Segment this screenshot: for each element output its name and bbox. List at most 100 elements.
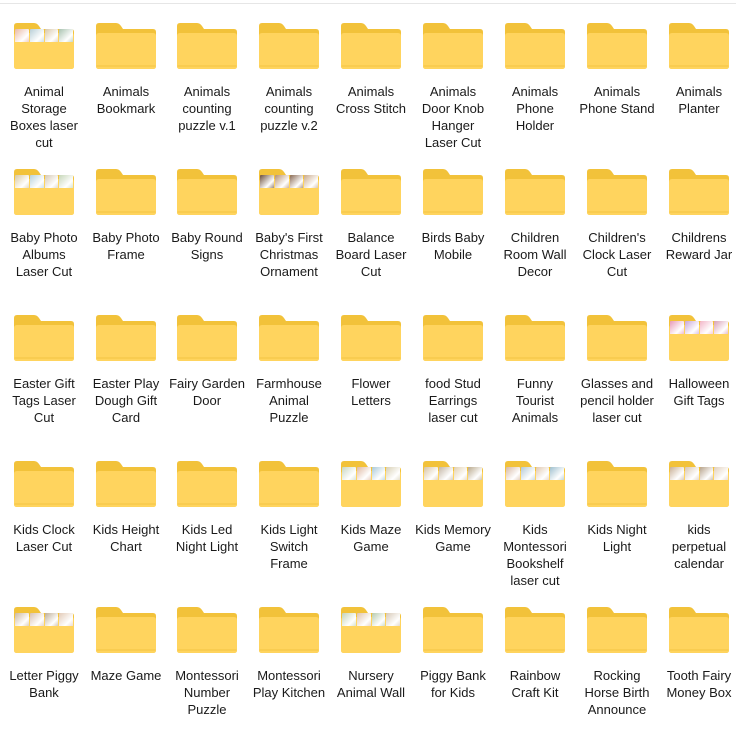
folder-item[interactable]: Kids Maze Game bbox=[333, 438, 409, 555]
folder-item[interactable]: Animals Phone Holder bbox=[497, 0, 573, 134]
folder-icon bbox=[257, 458, 321, 510]
folder-icon bbox=[175, 312, 239, 364]
folder-icon bbox=[175, 604, 239, 656]
folder-item[interactable]: food Stud Earrings laser cut bbox=[415, 292, 491, 426]
folder-shape bbox=[14, 315, 74, 361]
folder-item[interactable]: Flower Letters bbox=[333, 292, 409, 409]
folder-label: Animal Storage Boxes laser cut bbox=[10, 84, 78, 150]
folder-item[interactable]: Tooth Fairy Money Box bbox=[661, 584, 736, 701]
folder-item[interactable]: Nursery Animal Wall bbox=[333, 584, 409, 701]
folder-item[interactable]: Fairy Garden Door bbox=[169, 292, 245, 409]
folder-item[interactable]: Birds Baby Mobile bbox=[415, 146, 491, 263]
folder-icon bbox=[94, 20, 158, 72]
folder-item[interactable]: Kids Night Light bbox=[579, 438, 655, 555]
folder-item[interactable]: Kids Memory Game bbox=[415, 438, 491, 555]
folder-item[interactable]: Baby Photo Albums Laser Cut bbox=[6, 146, 82, 280]
folder-item[interactable]: Animals counting puzzle v.2 bbox=[251, 0, 327, 134]
folder-label: Baby Round Signs bbox=[171, 230, 243, 262]
folder-icon bbox=[175, 166, 239, 218]
folder-icon bbox=[257, 604, 321, 656]
folder-label: kids perpetual calendar bbox=[671, 522, 727, 571]
folder-icon bbox=[94, 604, 158, 656]
folder-icon bbox=[12, 166, 76, 218]
folder-label: Kids Montessori Bookshelf laser cut bbox=[503, 522, 567, 588]
folder-item[interactable]: Halloween Gift Tags bbox=[661, 292, 736, 409]
folder-shape bbox=[177, 607, 237, 653]
folder-icon bbox=[257, 20, 321, 72]
folder-item[interactable]: Animals counting puzzle v.1 bbox=[169, 0, 245, 134]
folder-shape bbox=[259, 607, 319, 653]
folder-shape bbox=[177, 23, 237, 69]
folder-item[interactable]: Animals Phone Stand bbox=[579, 0, 655, 117]
folder-item[interactable]: Kids Montessori Bookshelf laser cut bbox=[497, 438, 573, 589]
folder-shape bbox=[177, 169, 237, 215]
folder-item[interactable]: Maze Game bbox=[88, 584, 164, 684]
folder-shape bbox=[259, 461, 319, 507]
folder-item[interactable]: Kids Led Night Light bbox=[169, 438, 245, 555]
folder-icon bbox=[339, 458, 403, 510]
folder-icon bbox=[503, 458, 567, 510]
folder-label: Animals counting puzzle v.2 bbox=[260, 84, 318, 133]
folder-label: Kids Led Night Light bbox=[175, 522, 239, 554]
folder-item[interactable]: Baby's First Christmas Ornament bbox=[251, 146, 327, 280]
folder-label: Kids Maze Game bbox=[340, 522, 402, 554]
folder-shape bbox=[423, 23, 483, 69]
folder-label: Fairy Garden Door bbox=[169, 376, 245, 408]
folder-item[interactable]: Piggy Bank for Kids bbox=[415, 584, 491, 701]
folder-label: Rainbow Craft Kit bbox=[509, 668, 561, 700]
folder-item[interactable]: Funny Tourist Animals bbox=[497, 292, 573, 426]
folder-item[interactable]: Glasses and pencil holder laser cut bbox=[579, 292, 655, 426]
folder-item[interactable]: Children Room Wall Decor bbox=[497, 146, 573, 280]
folder-shape bbox=[96, 607, 156, 653]
folder-item[interactable]: Children's Clock Laser Cut bbox=[579, 146, 655, 280]
folder-item[interactable]: Kids Height Chart bbox=[88, 438, 164, 555]
folder-front-panel bbox=[259, 188, 319, 215]
folder-item[interactable]: Easter Gift Tags Laser Cut bbox=[6, 292, 82, 426]
folder-label: Montessori Number Puzzle bbox=[175, 668, 239, 717]
folder-front-panel bbox=[14, 188, 74, 215]
folder-item[interactable]: Farmhouse Animal Puzzle bbox=[251, 292, 327, 426]
folder-icon bbox=[421, 458, 485, 510]
folder-item[interactable]: Balance Board Laser Cut bbox=[333, 146, 409, 280]
folder-item[interactable]: Letter Piggy Bank bbox=[6, 584, 82, 701]
folder-label: Piggy Bank for Kids bbox=[420, 668, 486, 700]
folder-item[interactable]: Childrens Reward Jar bbox=[661, 146, 736, 263]
folder-shape bbox=[587, 23, 647, 69]
folder-item[interactable]: Animals Cross Stitch bbox=[333, 0, 409, 117]
folder-icon bbox=[94, 166, 158, 218]
folder-icon bbox=[667, 166, 731, 218]
folder-item[interactable]: Animals Bookmark bbox=[88, 0, 164, 117]
folder-item[interactable]: Montessori Number Puzzle bbox=[169, 584, 245, 718]
folder-item[interactable]: Rocking Horse Birth Announce bbox=[579, 584, 655, 718]
folder-item[interactable]: Animals Door Knob Hanger Laser Cut bbox=[415, 0, 491, 151]
folder-item[interactable]: Animals Planter bbox=[661, 0, 736, 117]
folder-label: Kids Clock Laser Cut bbox=[13, 522, 75, 554]
folder-label: Animals Planter bbox=[675, 84, 723, 116]
folder-item[interactable]: Baby Photo Frame bbox=[88, 146, 164, 263]
folder-item[interactable]: Kids Clock Laser Cut bbox=[6, 438, 82, 555]
folder-front-panel bbox=[341, 480, 401, 507]
folder-shape bbox=[505, 607, 565, 653]
folder-label: Nursery Animal Wall bbox=[336, 668, 406, 700]
folder-label: Baby Photo Albums Laser Cut bbox=[10, 230, 78, 279]
folder-shape bbox=[423, 169, 483, 215]
folder-label: Children's Clock Laser Cut bbox=[582, 230, 652, 279]
folder-icon bbox=[421, 312, 485, 364]
folder-icon bbox=[12, 604, 76, 656]
folder-icon bbox=[94, 312, 158, 364]
folder-front-panel bbox=[423, 480, 483, 507]
folder-front-panel bbox=[341, 626, 401, 653]
folder-item[interactable]: Easter Play Dough Gift Card bbox=[88, 292, 164, 426]
folder-icon bbox=[503, 20, 567, 72]
folder-item[interactable]: Baby Round Signs bbox=[169, 146, 245, 263]
folder-item[interactable]: Kids Light Switch Frame bbox=[251, 438, 327, 572]
folder-shape bbox=[341, 315, 401, 361]
folder-item[interactable]: kids perpetual calendar bbox=[661, 438, 736, 572]
folder-item[interactable]: Montessori Play Kitchen bbox=[251, 584, 327, 701]
folder-label: Animals Phone Holder bbox=[511, 84, 559, 133]
folder-label: Animals Phone Stand bbox=[579, 84, 655, 116]
folder-item[interactable]: Rainbow Craft Kit bbox=[497, 584, 573, 701]
folder-item[interactable]: Animal Storage Boxes laser cut bbox=[6, 0, 82, 151]
folder-icon bbox=[257, 166, 321, 218]
folder-icon bbox=[339, 312, 403, 364]
